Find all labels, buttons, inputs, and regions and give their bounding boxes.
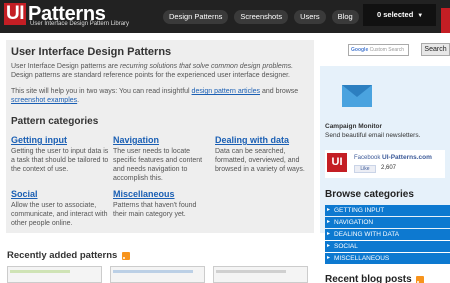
browse-categories-heading: Browse categories [325,189,414,200]
category-link-getting-input[interactable]: Getting input [11,135,109,146]
browse-item-social[interactable]: SOCIAL [325,241,450,252]
help-text-end: . [77,97,80,104]
help-paragraph: This site will help you in two ways: You… [11,87,311,105]
logo-ui: UI [4,3,26,25]
facebook-like-count: 2,607 [381,165,397,171]
browse-item-navigation[interactable]: NAVIGATION [325,217,450,228]
google-label: Google [351,47,369,53]
facebook-page-name[interactable]: Facebook UI-Patterns.com [354,154,432,161]
main-nav: Design Patterns Screenshots Users Blog [163,10,359,24]
logo-tagline: User Interface Design Pattern Library [30,21,130,27]
selected-dropdown[interactable]: 0 selected ▼ [363,4,436,26]
browse-categories-list: GETTING INPUT NAVIGATION DEALING WITH DA… [325,205,450,265]
facebook-widget: UI Facebook UI-Patterns.com Like 2,607 [325,150,445,178]
category-desc: Allow the user to associate, communicate… [11,202,108,227]
search-input[interactable]: Google Custom Search [348,44,409,56]
campaign-monitor-title[interactable]: Campaign Monitor [325,123,382,130]
category-dealing-with-data: Dealing with data Data can be searched, … [215,135,313,174]
recent-blog-posts-heading: Recent blog posts [325,274,424,283]
category-getting-input: Getting input Getting the user to input … [11,135,109,174]
rss-icon[interactable] [122,251,131,260]
selected-count: 0 selected [377,10,414,19]
category-navigation: Navigation The user needs to locate spec… [113,135,211,183]
browse-item-miscellaneous[interactable]: MISCELLANEOUS [325,253,450,264]
page-title: User Interface Design Patterns [11,46,172,58]
intro-text-end: Design patterns are standard reference p… [11,72,290,79]
help-text: This site will help you in two ways: You… [11,88,192,95]
category-link-social[interactable]: Social [11,189,109,200]
facebook-page-title: UI-Patterns.com [382,154,432,161]
category-desc: Patterns that haven't found their main c… [113,202,197,218]
nav-design-patterns[interactable]: Design Patterns [163,10,229,24]
ui-logo-icon: UI [327,153,347,172]
help-text-mid: and browse [260,88,299,95]
nav-users[interactable]: Users [294,10,326,24]
browse-item-dealing-with-data[interactable]: DEALING WITH DATA [325,229,450,240]
facebook-like-button[interactable]: Like [354,165,376,173]
intro-text: User Interface Design patterns are [11,63,120,70]
intro-paragraph: User Interface Design patterns are recur… [11,62,311,80]
nav-screenshots[interactable]: Screenshots [234,10,289,24]
campaign-monitor-desc: Send beautiful email newsletters. [325,132,421,139]
search-placeholder: Custom Search [369,47,405,53]
browse-item-getting-input[interactable]: GETTING INPUT [325,205,450,216]
pattern-thumbnail[interactable] [213,266,308,283]
pattern-thumbnail[interactable] [7,266,102,283]
categories-heading: Pattern categories [11,116,99,127]
recent-patterns-heading: Recently added patterns [7,250,131,261]
email-envelope-icon[interactable] [342,85,372,107]
category-desc: Getting the user to input data is a task… [11,148,109,173]
intro-emphasis: recurring solutions that solve common de… [119,63,294,70]
recent-patterns-title: Recently added patterns [7,250,118,261]
category-link-dealing-with-data[interactable]: Dealing with data [215,135,313,146]
facebook-prefix: Facebook [354,155,381,161]
category-link-navigation[interactable]: Navigation [113,135,211,146]
nav-blog[interactable]: Blog [331,10,359,24]
category-miscellaneous: Miscellaneous Patterns that haven't foun… [113,189,211,219]
screenshots-link[interactable]: screenshot examples [11,97,77,104]
category-desc: Data can be searched, formatted, overvie… [215,148,305,173]
pattern-thumbnail[interactable] [110,266,205,283]
right-sidebar: Google Custom Search Search Campaign Mon… [320,33,450,283]
category-desc: The user needs to locate specific featur… [113,148,203,182]
recent-blog-posts-title: Recent blog posts [325,274,412,283]
top-header: UI Patterns User Interface Design Patter… [0,0,450,33]
rss-icon[interactable] [415,275,424,283]
user-corner-tab[interactable] [441,8,450,33]
chevron-down-icon: ▼ [417,13,424,19]
category-link-miscellaneous[interactable]: Miscellaneous [113,189,211,200]
category-social: Social Allow the user to associate, comm… [11,189,109,228]
search-button[interactable]: Search [421,43,450,56]
recent-thumbnails [0,266,315,283]
intro-panel: User Interface Design Patterns User Inte… [6,40,314,233]
articles-link[interactable]: design pattern articles [192,88,260,95]
